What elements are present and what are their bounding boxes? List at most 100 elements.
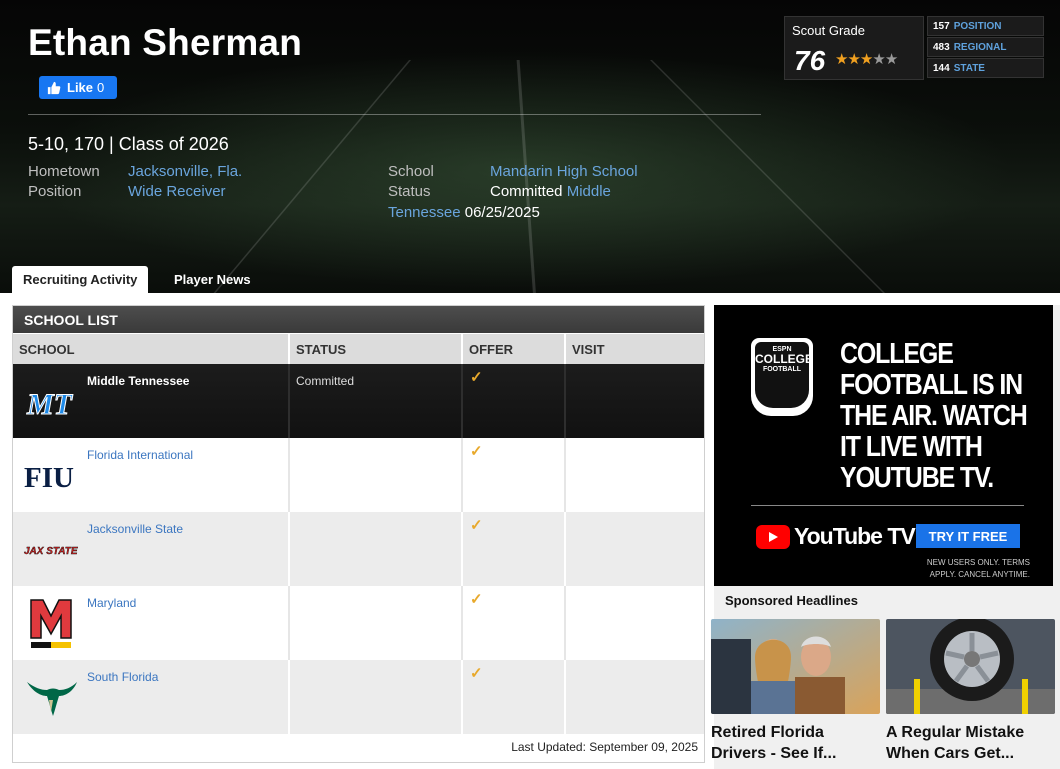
facebook-like-button[interactable]: Like 0	[39, 76, 117, 99]
like-label: Like	[67, 80, 94, 95]
checkmark-icon: ✓	[470, 443, 483, 460]
table-row: JAX STATE Jacksonville State ✓	[13, 512, 704, 586]
column-header-offer: OFFER	[463, 334, 566, 364]
jacksonville-state-logo: JAX STATE	[21, 528, 81, 572]
rank-label: POSITION	[953, 20, 1002, 32]
checkmark-icon: ✓	[470, 369, 483, 386]
committed-school-link[interactable]: Middle	[567, 183, 611, 200]
offer-cell: ✓	[463, 512, 566, 586]
espn-college-football-logo: ESPN COLLEGE FOOTBALL	[751, 338, 813, 416]
commit-date: 06/25/2025	[464, 204, 540, 221]
sponsored-title: Retired Florida Drivers - See If...	[711, 724, 837, 762]
column-header-school: SCHOOL	[13, 334, 290, 364]
youtube-play-icon	[756, 524, 790, 549]
visit-cell	[566, 364, 704, 438]
sponsored-card[interactable]: Retired Florida Drivers - See If...	[711, 619, 880, 764]
school-list-panel: SCHOOL LIST SCHOOL STATUS OFFER VISIT MT…	[12, 305, 705, 763]
thumbs-up-icon	[47, 81, 61, 94]
offer-cell: ✓	[463, 364, 566, 438]
school-list-title: SCHOOL LIST	[13, 306, 704, 333]
status-cell	[290, 438, 463, 512]
offer-cell: ✓	[463, 438, 566, 512]
star-icon: ★	[835, 51, 848, 68]
school-cell: South Florida	[13, 660, 290, 734]
fiu-logo: FIU	[21, 454, 81, 498]
player-bio: 5-10, 170 | Class of 2026	[28, 134, 229, 154]
like-count: 0	[97, 80, 105, 95]
school-cell: JAX STATE Jacksonville State	[13, 512, 290, 586]
ad-divider	[751, 505, 1024, 506]
svg-text:FIU: FIU	[24, 462, 74, 492]
school-link[interactable]: Middle Tennessee	[87, 374, 189, 388]
hometown-label: Hometown	[28, 163, 100, 180]
star-icon: ★	[872, 51, 885, 68]
school-link[interactable]: Florida International	[87, 448, 193, 462]
divider	[28, 114, 761, 115]
sponsored-title: A Regular Mistake When Cars Get...	[886, 724, 1025, 762]
table-row: Maryland ✓	[13, 586, 704, 660]
tab-recruiting-activity[interactable]: Recruiting Activity	[12, 266, 149, 293]
scout-grade-label: Scout Grade	[792, 23, 865, 38]
rank-label: REGIONAL	[953, 41, 1007, 53]
last-updated: Last Updated: September 09, 2025	[511, 740, 698, 754]
rank-state[interactable]: 144 STATE	[927, 58, 1044, 78]
table-header: SCHOOL STATUS OFFER VISIT	[13, 334, 704, 364]
sponsored-card[interactable]: A Regular Mistake When Cars Get...	[886, 619, 1055, 764]
visit-cell	[566, 438, 704, 512]
school-cell: FIU Florida International	[13, 438, 290, 512]
star-icon: ★	[884, 51, 898, 68]
table-row: FIU Florida International ✓	[13, 438, 704, 512]
svg-text:JAX STATE: JAX STATE	[24, 546, 78, 557]
sponsored-image-couple	[711, 619, 880, 714]
badge-main-text: COLLEGE	[755, 352, 814, 366]
rank-position[interactable]: 157 POSITION	[927, 16, 1044, 36]
position-label: Position	[28, 183, 82, 200]
maryland-logo	[21, 599, 81, 648]
visit-cell	[566, 512, 704, 586]
checkmark-icon: ✓	[470, 665, 483, 682]
column-header-status: STATUS	[290, 334, 463, 364]
tab-player-news[interactable]: Player News	[163, 266, 262, 293]
rank-value: 157	[933, 20, 950, 32]
table-row: MT Middle Tennessee Committed ✓	[13, 364, 704, 438]
visit-cell	[566, 660, 704, 734]
star-icon: ★	[847, 51, 860, 68]
school-link[interactable]: Maryland	[87, 596, 136, 610]
scout-grade-box: Scout Grade 76 ★★★★★	[784, 16, 924, 80]
status-label: Status	[388, 183, 431, 200]
youtube-tv-brand: YouTube TV	[756, 523, 916, 550]
school-link[interactable]: Mandarin High School	[490, 163, 638, 180]
table-row: South Florida ✓	[13, 660, 704, 734]
school-link[interactable]: Jacksonville State	[87, 522, 183, 536]
hometown-link[interactable]: Jacksonville, Fla.	[128, 163, 242, 180]
middle-tennessee-logo: MT	[21, 380, 81, 424]
visit-cell	[566, 586, 704, 660]
player-header: Ethan Sherman Like 0 5-10, 170 | Class o…	[0, 0, 1060, 293]
badge-sub-text: FOOTBALL	[762, 366, 802, 373]
offer-cell: ✓	[463, 586, 566, 660]
status-value-cont: Tennessee 06/25/2025	[388, 204, 540, 221]
try-it-free-button[interactable]: TRY IT FREE	[916, 524, 1020, 548]
sponsored-image-tire	[886, 619, 1055, 714]
ad-headline: COLLEGE FOOTBALL IS IN THE AIR. WATCH IT…	[840, 338, 1028, 494]
star-icon: ★	[859, 51, 873, 68]
checkmark-icon: ✓	[470, 517, 483, 534]
committed-school-link-cont[interactable]: Tennessee	[388, 204, 461, 221]
player-name: Ethan Sherman	[28, 22, 302, 63]
scout-grade-value: 76	[794, 45, 826, 76]
rank-label: STATE	[953, 62, 985, 74]
svg-text:MT: MT	[26, 388, 74, 420]
rankings: 157 POSITION 483 REGIONAL 144 STATE	[927, 16, 1044, 79]
checkmark-icon: ✓	[470, 591, 483, 608]
column-header-visit: VISIT	[566, 334, 704, 364]
school-label: School	[388, 163, 434, 180]
position-link[interactable]: Wide Receiver	[128, 183, 226, 200]
youtube-tv-ad[interactable]: ESPN COLLEGE FOOTBALL COLLEGE FOOTBALL I…	[714, 305, 1053, 586]
status-cell	[290, 586, 463, 660]
status-cell	[290, 512, 463, 586]
rank-regional[interactable]: 483 REGIONAL	[927, 37, 1044, 57]
star-rating: ★★★★★	[835, 50, 898, 68]
rank-value: 483	[933, 41, 950, 53]
school-cell: MT Middle Tennessee	[13, 364, 290, 438]
school-link[interactable]: South Florida	[87, 670, 158, 684]
